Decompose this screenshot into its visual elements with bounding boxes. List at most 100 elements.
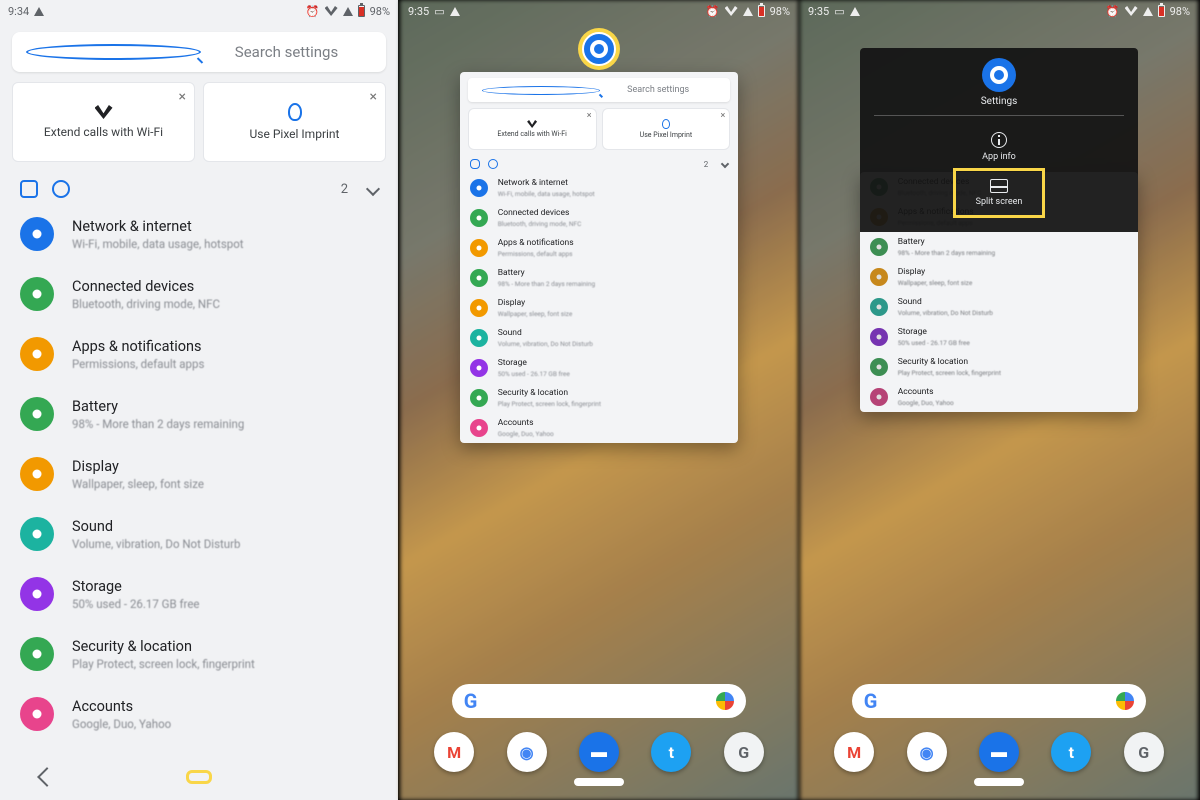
settings-item[interactable]: Battery 98% - More than 2 days remaining: [0, 384, 398, 444]
close-icon[interactable]: ×: [587, 111, 592, 121]
settings-item-icon: [870, 268, 888, 286]
settings-item[interactable]: Accounts Google, Duo, Yahoo: [460, 413, 739, 443]
settings-item-icon: [470, 269, 488, 287]
info-icon: [991, 132, 1007, 148]
settings-item-icon: [870, 238, 888, 256]
recents-card-settings[interactable]: Search settings × Extend calls with Wi-F…: [460, 72, 739, 443]
battery-icon: [358, 5, 365, 17]
dock-twitter[interactable]: t: [1051, 732, 1091, 772]
settings-item-icon: [470, 239, 488, 257]
search-settings: Search settings: [468, 78, 731, 102]
wifi-icon: [527, 120, 537, 128]
fingerprint-icon: [288, 103, 302, 121]
settings-item[interactable]: Apps & notifications Permissions, defaul…: [460, 233, 739, 263]
settings-item[interactable]: Display Wallpaper, sleep, font size: [0, 444, 398, 504]
home-pill[interactable]: [974, 778, 1024, 786]
settings-item[interactable]: Storage 50% used - 26.17 GB free: [460, 353, 739, 383]
settings-item[interactable]: Security & location Play Protect, screen…: [860, 352, 1139, 382]
settings-item[interactable]: Network & internet Wi-Fi, mobile, data u…: [460, 173, 739, 203]
settings-item-icon: [20, 697, 54, 731]
suggestion-row: × Extend calls with Wi-Fi × Use Pixel Im…: [460, 108, 739, 155]
settings-item-icon: [470, 179, 488, 197]
dock: M ◉ ▬ tG: [800, 732, 1198, 778]
settings-item[interactable]: Battery 98% - More than 2 days remaining: [860, 232, 1139, 262]
dock: M ◉ ▬ tG: [400, 732, 798, 778]
settings-item-icon: [870, 298, 888, 316]
close-icon[interactable]: ×: [720, 111, 725, 121]
settings-item[interactable]: Battery 98% - More than 2 days remaining: [460, 263, 739, 293]
dock-chrome[interactable]: ◉: [507, 732, 547, 772]
settings-item-title: Accounts: [498, 418, 554, 428]
settings-item-title: Connected devices: [72, 278, 220, 295]
dock-google[interactable]: G: [724, 732, 764, 772]
recents-context-menu: Settings App info Split screen: [860, 48, 1139, 232]
dock-chrome[interactable]: ◉: [907, 732, 947, 772]
recents-app-icon[interactable]: [582, 32, 616, 66]
dock-messages[interactable]: ▬: [979, 732, 1019, 772]
settings-item-icon: [20, 217, 54, 251]
dock-gmail[interactable]: M: [434, 732, 474, 772]
google-search-bar[interactable]: G: [452, 684, 747, 718]
settings-item-subtitle: Wi-Fi, mobile, data usage, hotspot: [72, 237, 244, 251]
settings-item[interactable]: Accounts Google, Duo, Yahoo: [860, 382, 1139, 412]
settings-item-title: Storage: [72, 578, 200, 595]
settings-item-icon: [20, 397, 54, 431]
settings-item-subtitle: Google, Duo, Yahoo: [898, 399, 954, 407]
settings-item[interactable]: Network & internet Wi-Fi, mobile, data u…: [0, 204, 398, 264]
wifi-icon: [325, 6, 338, 16]
suggestion-count: 2: [341, 182, 348, 197]
suggestion-label: Use Pixel Imprint: [250, 127, 340, 141]
highlight-home-pill: [186, 770, 212, 784]
settings-item[interactable]: Storage 50% used - 26.17 GB free: [860, 322, 1139, 352]
close-icon[interactable]: ×: [179, 89, 186, 105]
suggestion-card[interactable]: × Use Pixel Imprint: [203, 82, 386, 162]
suggestion-chip-row[interactable]: 2: [0, 170, 398, 204]
settings-item[interactable]: Storage 50% used - 26.17 GB free: [0, 564, 398, 624]
settings-item-icon: [870, 388, 888, 406]
settings-item-subtitle: Play Protect, screen lock, fingerprint: [898, 369, 1001, 377]
menu-split-screen[interactable]: Split screen: [953, 168, 1046, 218]
suggestion-label: Extend calls with Wi-Fi: [44, 125, 163, 139]
suggestion-card[interactable]: × Extend calls with Wi-Fi: [12, 82, 195, 162]
google-search-bar[interactable]: G: [852, 684, 1147, 718]
settings-item[interactable]: Apps & notifications Permissions, defaul…: [0, 324, 398, 384]
settings-item[interactable]: Accounts Google, Duo, Yahoo: [0, 684, 398, 744]
settings-item-title: Apps & notifications: [72, 338, 204, 355]
settings-item-subtitle: Wallpaper, sleep, font size: [898, 279, 973, 287]
settings-item[interactable]: Sound Volume, vibration, Do Not Disturb: [460, 323, 739, 353]
navigation-bar: [0, 754, 398, 800]
menu-app-info[interactable]: App info: [970, 126, 1028, 168]
settings-item[interactable]: Sound Volume, vibration, Do Not Disturb: [0, 504, 398, 564]
home-pill[interactable]: [574, 778, 624, 786]
settings-item-title: Security & location: [898, 357, 1001, 367]
assistant-icon[interactable]: [716, 692, 734, 710]
settings-item-title: Battery: [72, 398, 244, 415]
settings-item[interactable]: Display Wallpaper, sleep, font size: [860, 262, 1139, 292]
settings-list[interactable]: Network & internet Wi-Fi, mobile, data u…: [0, 204, 398, 754]
close-icon[interactable]: ×: [370, 89, 377, 105]
settings-item-title: Connected devices: [498, 208, 582, 218]
settings-item[interactable]: Connected devices Bluetooth, driving mod…: [0, 264, 398, 324]
settings-item[interactable]: Display Wallpaper, sleep, font size: [460, 293, 739, 323]
settings-item[interactable]: Security & location Play Protect, screen…: [460, 383, 739, 413]
search-settings[interactable]: Search settings: [12, 32, 386, 72]
suggestion-card[interactable]: × Extend calls with Wi-Fi: [468, 108, 597, 150]
suggestion-card[interactable]: × Use Pixel Imprint: [602, 108, 731, 150]
settings-item[interactable]: Connected devices Bluetooth, driving mod…: [460, 203, 739, 233]
settings-item-title: Accounts: [898, 387, 954, 397]
recents-app-icon[interactable]: [982, 58, 1016, 92]
clock: 9:35: [808, 5, 829, 18]
assistant-icon[interactable]: [1116, 692, 1134, 710]
dock-twitter[interactable]: t: [651, 732, 691, 772]
dock-google[interactable]: G: [1124, 732, 1164, 772]
battery-icon: [758, 5, 765, 17]
settings-item-icon: [470, 359, 488, 377]
settings-item-title: Battery: [898, 237, 995, 247]
dock-messages[interactable]: ▬: [579, 732, 619, 772]
settings-item[interactable]: Security & location Play Protect, screen…: [0, 624, 398, 684]
settings-item[interactable]: Sound Volume, vibration, Do Not Disturb: [860, 292, 1139, 322]
dock-gmail[interactable]: M: [834, 732, 874, 772]
status-bar: 9:35▭ ⏰98%: [400, 0, 798, 22]
back-button[interactable]: [37, 767, 57, 787]
settings-item-title: Accounts: [72, 698, 171, 715]
